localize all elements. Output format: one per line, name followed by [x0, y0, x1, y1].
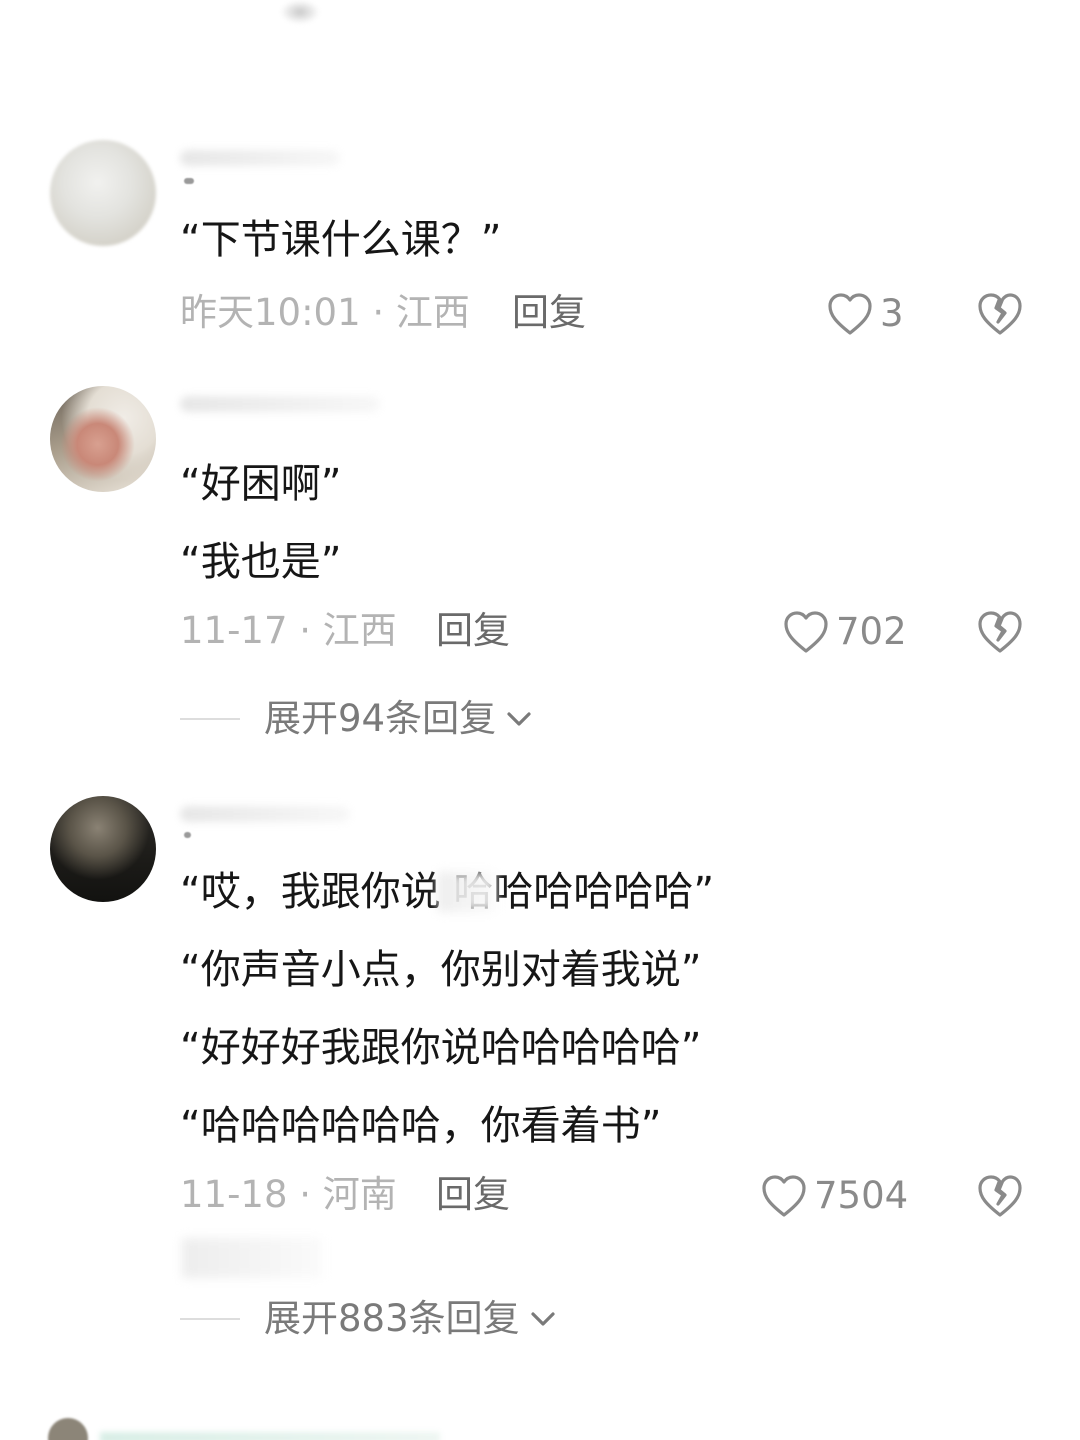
like-button[interactable]: 702: [782, 608, 907, 656]
dislike-button[interactable]: [976, 1172, 1024, 1220]
username-redacted[interactable]: [180, 150, 340, 166]
redacted-reply-preview: [182, 1238, 322, 1278]
comment-meta: 昨天10:01 · 江西 回复 3: [180, 288, 1040, 338]
avatar[interactable]: [50, 140, 156, 246]
top-blurred-element: [280, 0, 320, 24]
username-mark: [184, 832, 191, 838]
chevron-down-icon: [507, 712, 531, 726]
comment-time-location: 11-17 · 江西: [180, 609, 397, 652]
expand-replies-button[interactable]: 展开883条回复: [180, 1294, 556, 1344]
comment-text-line: “我也是”: [180, 539, 342, 585]
reply-button[interactable]: 回复: [436, 1170, 510, 1220]
comment-text-line: “哈哈哈哈哈哈，你看着书”: [180, 1103, 662, 1149]
chevron-down-icon: [531, 1312, 555, 1326]
broken-heart-icon: [978, 293, 1022, 335]
avatar[interactable]: [50, 386, 156, 492]
expand-replies-label: 展开883条回复: [264, 1297, 520, 1340]
like-count: 7504: [814, 1174, 909, 1217]
expand-divider: [180, 718, 240, 720]
comment-text-line: “好困啊”: [180, 461, 342, 507]
heart-outline-icon: [828, 293, 872, 335]
comment-meta: 11-17 · 江西 回复 702: [180, 606, 1040, 656]
comment-text-line: “你声音小点，你别对着我说”: [180, 947, 702, 993]
like-count: 702: [836, 610, 907, 653]
comment-time-location: 11-18 · 河南: [180, 1173, 397, 1216]
expand-replies-button[interactable]: 展开94条回复: [180, 694, 532, 744]
comment-text-line: “好好好我跟你说哈哈哈哈哈”: [180, 1025, 702, 1071]
reply-button[interactable]: 回复: [436, 606, 510, 656]
heart-outline-icon: [784, 611, 828, 653]
expand-replies-label: 展开94条回复: [264, 697, 497, 740]
comment-meta: 11-18 · 河南 回复 7504: [180, 1170, 1040, 1220]
comment-feed: “下节课什么课？” 昨天10:01 · 江西 回复 3 “好困啊” “我也是” …: [0, 0, 1080, 1440]
username-redacted[interactable]: [180, 806, 350, 822]
like-button[interactable]: 3: [826, 290, 904, 338]
broken-heart-icon: [978, 611, 1022, 653]
avatar[interactable]: [50, 796, 156, 902]
username-mark: [184, 178, 194, 184]
like-button[interactable]: 7504: [760, 1172, 908, 1220]
reply-button[interactable]: 回复: [512, 288, 586, 338]
comment-time-location: 昨天10:01 · 江西: [180, 291, 470, 334]
username-redacted[interactable]: [180, 396, 380, 412]
heart-outline-icon: [762, 1175, 806, 1217]
comment-text-line: “下节课什么课？”: [180, 217, 502, 263]
broken-heart-icon: [978, 1175, 1022, 1217]
like-count: 3: [880, 292, 904, 335]
redacted-text: [438, 872, 496, 912]
expand-divider: [180, 1318, 240, 1320]
dislike-button[interactable]: [976, 290, 1024, 338]
avatar[interactable]: [48, 1418, 88, 1440]
dislike-button[interactable]: [976, 608, 1024, 656]
username-redacted[interactable]: [100, 1432, 440, 1440]
